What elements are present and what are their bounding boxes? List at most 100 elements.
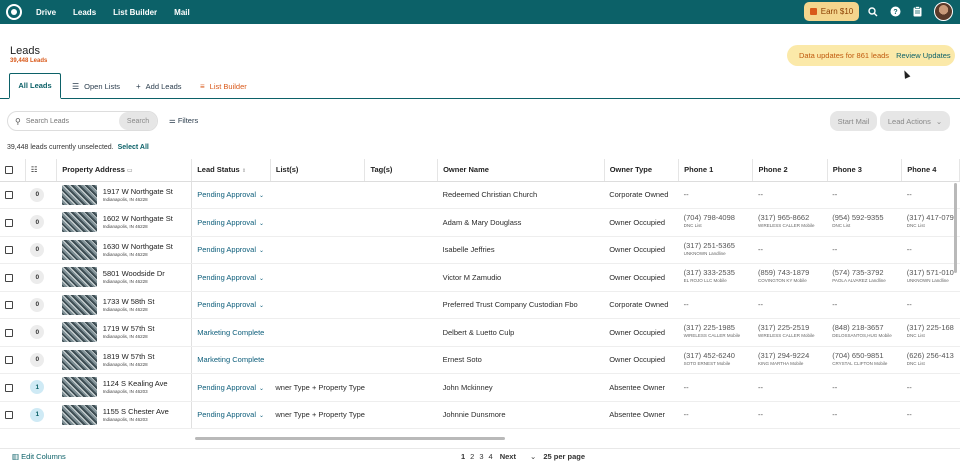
table-row[interactable]: 1 1124 S Kealing Ave Indianapolis, IN 462… bbox=[0, 373, 960, 402]
tags-cell[interactable] bbox=[364, 291, 438, 319]
row-checkbox[interactable] bbox=[0, 318, 26, 347]
page-4[interactable]: 4 bbox=[489, 452, 493, 461]
lead-status-cell[interactable]: Pending Approval ⌄ bbox=[191, 373, 271, 402]
horizontal-scrollbar[interactable] bbox=[195, 437, 505, 440]
property-address-cell[interactable]: 1719 W 57th St Indianapolis, IN 46228 bbox=[56, 318, 193, 347]
phone-cell[interactable]: (317) 965-8662 WIRELESS CALLER Mobile bbox=[758, 214, 827, 230]
row-checkbox[interactable] bbox=[0, 346, 26, 374]
clipboard-icon[interactable] bbox=[911, 5, 924, 18]
lead-status-select[interactable]: Marketing Complete bbox=[197, 328, 264, 337]
start-mail-button[interactable]: Start Mail bbox=[830, 111, 877, 131]
next-page-button[interactable]: Next bbox=[500, 452, 516, 461]
phone-cell[interactable]: (317) 225-2519 WIRELESS CALLER Mobile bbox=[758, 324, 827, 340]
lead-status-cell[interactable]: Marketing Complete bbox=[191, 346, 271, 374]
phone-cell[interactable]: (704) 798-4098 DNC List bbox=[684, 214, 753, 230]
header-phone-3[interactable]: Phone 3 bbox=[827, 159, 903, 182]
property-thumbnail[interactable] bbox=[61, 184, 97, 205]
table-row[interactable]: 0 1602 W Northgate St Indianapolis, IN 46… bbox=[0, 208, 960, 237]
tags-cell[interactable] bbox=[364, 181, 438, 209]
lead-status-cell[interactable]: Pending Approval ⌄ bbox=[191, 236, 271, 264]
lists-cell[interactable] bbox=[270, 181, 365, 209]
lead-status-cell[interactable]: Pending Approval ⌄ bbox=[191, 263, 271, 292]
lead-status-select[interactable]: Marketing Complete bbox=[197, 355, 264, 364]
property-address-cell[interactable]: 1917 W Northgate St Indianapolis, IN 4622… bbox=[56, 181, 193, 209]
tags-cell[interactable] bbox=[364, 236, 438, 264]
page-1[interactable]: 1 bbox=[461, 452, 465, 461]
phone-cell[interactable]: (317) 571-010 UNKNOWN Landline bbox=[907, 269, 960, 285]
select-all-link[interactable]: Select All bbox=[118, 144, 149, 151]
table-row[interactable]: 0 1719 W 57th St Indianapolis, IN 46228 M… bbox=[0, 318, 960, 347]
filters-button[interactable]: ⚌ Filters bbox=[169, 116, 198, 125]
lead-status-cell[interactable]: Pending Approval ⌄ bbox=[191, 208, 271, 237]
map-icon[interactable]: ▭ bbox=[127, 168, 133, 174]
phone-cell[interactable]: (574) 735-3792 PAOLA ALVAREZ Landline bbox=[832, 269, 901, 285]
lists-cell[interactable] bbox=[270, 263, 365, 292]
table-row[interactable]: 0 1733 W 58th St Indianapolis, IN 46228 P… bbox=[0, 291, 960, 319]
property-thumbnail[interactable] bbox=[61, 404, 97, 425]
phone-cell[interactable]: (317) 251-5365 UNKNOWN Landline bbox=[684, 241, 753, 258]
header-owner-type[interactable]: Owner Type bbox=[604, 159, 680, 182]
header-phone-2[interactable]: Phone 2 bbox=[752, 159, 828, 182]
review-updates-link[interactable]: Review Updates bbox=[896, 51, 951, 60]
table-row[interactable]: 1 1155 S Chester Ave Indianapolis, IN 462… bbox=[0, 401, 960, 429]
lists-cell[interactable] bbox=[270, 236, 365, 264]
lead-status-cell[interactable]: Pending Approval ⌄ bbox=[191, 291, 271, 319]
property-address-cell[interactable]: 1819 W 57th St Indianapolis, IN 46228 bbox=[56, 346, 193, 374]
nav-mail[interactable]: Mail bbox=[174, 8, 190, 17]
phone-cell[interactable]: (848) 218-3657 DELOSSANTOS,HUG Mobile bbox=[832, 324, 901, 340]
property-address-cell[interactable]: 5801 Woodside Dr Indianapolis, IN 46228 bbox=[56, 263, 193, 292]
table-row[interactable]: 0 1630 W Northgate St Indianapolis, IN 46… bbox=[0, 236, 960, 264]
page-2[interactable]: 2 bbox=[470, 452, 474, 461]
nav-leads[interactable]: Leads bbox=[73, 8, 96, 17]
property-thumbnail[interactable] bbox=[61, 377, 97, 398]
property-address-cell[interactable]: 1630 W Northgate St Indianapolis, IN 4622… bbox=[56, 236, 193, 264]
lists-cell[interactable]: wner Type + Property Type bbox=[270, 373, 365, 402]
lead-status-select[interactable]: Pending Approval bbox=[197, 383, 256, 392]
tags-cell[interactable] bbox=[364, 401, 438, 429]
lists-cell[interactable] bbox=[270, 318, 365, 347]
lead-status-select[interactable]: Pending Approval bbox=[197, 410, 256, 419]
property-address-cell[interactable]: 1124 S Kealing Ave Indianapolis, IN 46203 bbox=[56, 373, 193, 402]
tab-all-leads[interactable]: All Leads bbox=[9, 73, 61, 99]
lead-status-select[interactable]: Pending Approval bbox=[197, 190, 256, 199]
phone-cell[interactable]: (317) 333-2535 EL ROJO LLC Mobile bbox=[684, 269, 753, 285]
tab-list-builder[interactable]: ≡ List Builder bbox=[200, 73, 247, 99]
lead-status-select[interactable]: Pending Approval bbox=[197, 245, 256, 254]
property-thumbnail[interactable] bbox=[61, 294, 97, 315]
row-checkbox[interactable] bbox=[0, 208, 26, 237]
phone-cell[interactable]: (317) 225-1985 WIRELESS CALLER Mobile bbox=[684, 324, 753, 340]
lead-status-cell[interactable]: Pending Approval ⌄ bbox=[191, 401, 271, 429]
property-address-cell[interactable]: 1155 S Chester Ave Indianapolis, IN 46203 bbox=[56, 401, 193, 429]
lead-status-cell[interactable]: Marketing Complete bbox=[191, 318, 271, 347]
row-checkbox[interactable] bbox=[0, 263, 26, 292]
row-checkbox[interactable] bbox=[0, 401, 26, 429]
header-phone-4[interactable]: Phone 4 bbox=[901, 159, 960, 182]
phone-cell[interactable]: (626) 256-413 DNC List bbox=[907, 351, 960, 368]
help-icon[interactable]: ? bbox=[889, 5, 902, 18]
lead-status-select[interactable]: Pending Approval bbox=[197, 218, 256, 227]
table-row[interactable]: 0 1917 W Northgate St Indianapolis, IN 46… bbox=[0, 181, 960, 209]
property-thumbnail[interactable] bbox=[61, 267, 97, 288]
header-phone-1[interactable]: Phone 1 bbox=[678, 159, 754, 182]
property-thumbnail[interactable] bbox=[61, 212, 97, 233]
phone-cell[interactable]: (317) 225-168 DNC List bbox=[907, 324, 960, 340]
lists-cell[interactable]: wner Type + Property Type bbox=[270, 401, 365, 429]
tags-cell[interactable] bbox=[364, 208, 438, 237]
header-lists[interactable]: List(s) bbox=[270, 159, 366, 182]
tags-cell[interactable] bbox=[364, 373, 438, 402]
phone-cell[interactable]: (704) 650-9851 CRYSTAL CLIFTON Mobile bbox=[832, 351, 901, 368]
nav-list-builder[interactable]: List Builder bbox=[113, 8, 157, 17]
property-thumbnail[interactable] bbox=[61, 349, 97, 370]
lead-status-select[interactable]: Pending Approval bbox=[197, 273, 256, 282]
search-input[interactable] bbox=[25, 117, 106, 125]
edit-columns-button[interactable]: ▥ Edit Columns bbox=[12, 452, 66, 461]
tab-open-lists[interactable]: ☰ Open Lists bbox=[72, 73, 120, 99]
vertical-scrollbar[interactable] bbox=[954, 183, 957, 273]
header-property-address[interactable]: Property Address ▭ bbox=[56, 159, 193, 182]
lists-cell[interactable] bbox=[270, 208, 365, 237]
tags-cell[interactable] bbox=[364, 318, 438, 347]
avatar[interactable] bbox=[934, 2, 953, 21]
lists-cell[interactable] bbox=[270, 291, 365, 319]
per-page-select[interactable]: ⌄ 25 per page bbox=[530, 452, 585, 461]
property-thumbnail[interactable] bbox=[61, 322, 97, 343]
